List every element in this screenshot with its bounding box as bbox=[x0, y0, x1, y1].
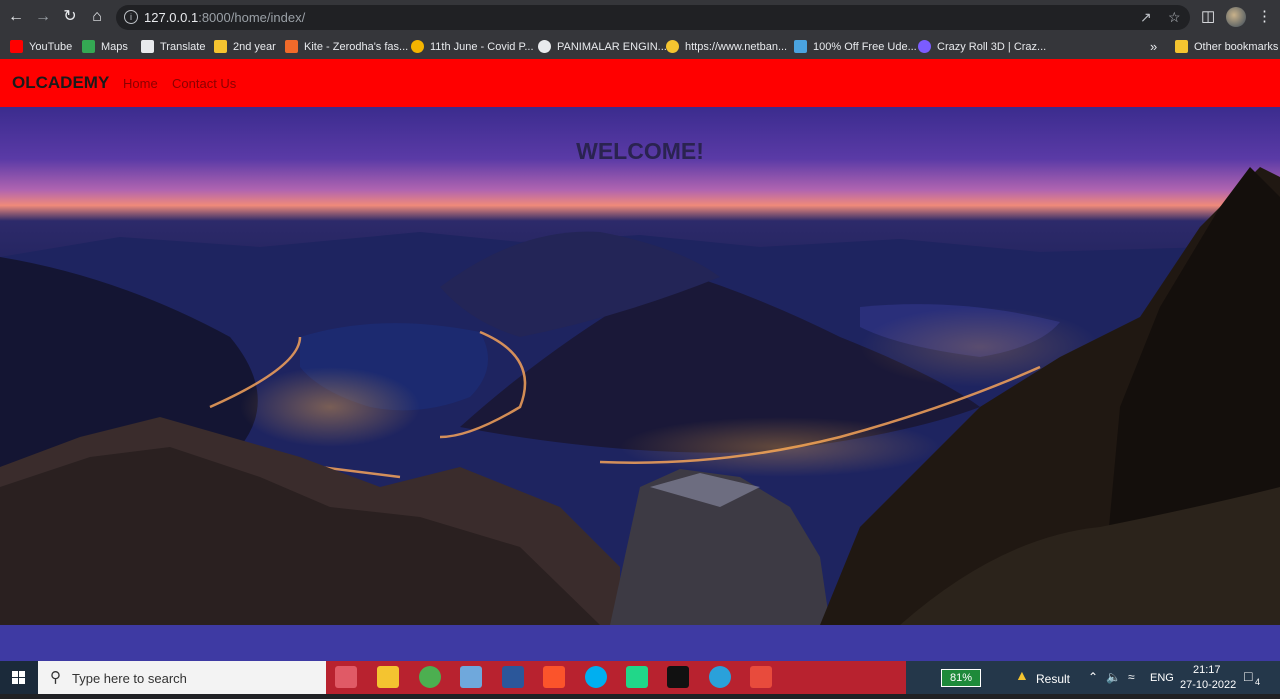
notification-icon[interactable]: □ bbox=[1244, 668, 1252, 684]
more-bookmarks-chevron[interactable]: » bbox=[1150, 38, 1157, 55]
page-section-below bbox=[0, 625, 1280, 661]
notepad-icon[interactable] bbox=[460, 666, 482, 688]
tray-chevron-icon[interactable]: ⌃ bbox=[1088, 670, 1098, 684]
snipping-tool-icon[interactable] bbox=[750, 666, 772, 688]
bookmark-kite[interactable]: Kite - Zerodha's fas... bbox=[285, 38, 408, 55]
task-view-icon[interactable] bbox=[335, 666, 357, 688]
youtube-icon bbox=[10, 40, 23, 53]
pycharm-icon[interactable] bbox=[626, 666, 648, 688]
graduation-cap-icon bbox=[794, 40, 807, 53]
brave-icon[interactable] bbox=[543, 666, 565, 688]
taskbar-apps-area bbox=[326, 661, 906, 694]
windows-taskbar: ⚲ Type here to search 81% ▲ Result ⌃ 🔈 ≈… bbox=[0, 661, 1280, 694]
bookmark-crazy-roll[interactable]: Crazy Roll 3D | Craz... bbox=[918, 38, 1046, 55]
terminal-icon[interactable] bbox=[667, 666, 689, 688]
url-text[interactable]: 127.0.0.1:8000/home/index/ bbox=[144, 10, 305, 25]
home-icon[interactable]: ⌂ bbox=[87, 7, 107, 27]
bookmark-star-icon[interactable]: ☆ bbox=[1168, 9, 1181, 26]
nav-link-home[interactable]: Home bbox=[123, 76, 158, 91]
menu-icon[interactable]: ⋮ bbox=[1257, 7, 1272, 25]
bookmark-udemy[interactable]: 100% Off Free Ude... bbox=[794, 38, 917, 55]
hero-image: WELCOME! bbox=[0, 107, 1280, 625]
bookmarks-bar: YouTube Maps Translate 2nd year Kite - Z… bbox=[0, 34, 1280, 60]
hero-title: WELCOME! bbox=[576, 138, 704, 164]
bookmark-translate[interactable]: Translate bbox=[141, 38, 205, 55]
clock-time[interactable]: 21:17 bbox=[1193, 664, 1221, 676]
bookmark-panimalar[interactable]: PANIMALAR ENGIN... bbox=[538, 38, 667, 55]
browser-toolbar: ← → ↻ ⌂ i 127.0.0.1:8000/home/index/ ↗ ☆… bbox=[0, 0, 1280, 34]
bookmark-netbanking[interactable]: https://www.netban... bbox=[666, 38, 787, 55]
bookmark-2nd-year[interactable]: 2nd year bbox=[214, 38, 276, 55]
word-icon[interactable] bbox=[502, 666, 524, 688]
translate-icon bbox=[141, 40, 154, 53]
kite-icon bbox=[285, 40, 298, 53]
taskbar-search[interactable]: ⚲ Type here to search bbox=[38, 661, 326, 694]
bookmark-youtube[interactable]: YouTube bbox=[10, 38, 72, 55]
search-placeholder: Type here to search bbox=[72, 671, 187, 686]
netbanking-icon bbox=[666, 40, 679, 53]
windows-start-button[interactable] bbox=[0, 661, 38, 694]
forward-icon[interactable]: → bbox=[33, 7, 53, 27]
notification-count: 4 bbox=[1255, 677, 1261, 687]
sidebar-icon[interactable]: ◫ bbox=[1201, 7, 1215, 25]
game-icon bbox=[918, 40, 931, 53]
search-icon: ⚲ bbox=[50, 669, 61, 686]
other-bookmarks[interactable]: Other bookmarks bbox=[1175, 38, 1278, 55]
wifi-icon[interactable]: ≈ bbox=[1128, 670, 1135, 684]
site-brand[interactable]: OLCADEMY bbox=[12, 73, 109, 93]
bookmark-covid[interactable]: 11th June - Covid P... bbox=[411, 38, 534, 55]
address-bar[interactable]: i 127.0.0.1:8000/home/index/ ↗ ☆ bbox=[116, 5, 1190, 30]
bookmark-maps[interactable]: Maps bbox=[82, 38, 128, 55]
language-indicator[interactable]: ENG bbox=[1150, 672, 1174, 684]
globe-icon bbox=[538, 40, 551, 53]
chrome-icon[interactable] bbox=[419, 666, 441, 688]
landscape-illustration bbox=[0, 167, 1280, 625]
back-icon[interactable]: ← bbox=[6, 7, 26, 27]
folder-icon bbox=[1175, 40, 1188, 53]
profile-avatar[interactable] bbox=[1226, 7, 1246, 27]
nav-link-contact[interactable]: Contact Us bbox=[172, 76, 236, 91]
maps-icon bbox=[82, 40, 95, 53]
telegram-icon[interactable] bbox=[709, 666, 731, 688]
site-info-icon[interactable]: i bbox=[124, 10, 138, 24]
volume-icon[interactable]: 🔈 bbox=[1106, 670, 1121, 684]
windows-logo-icon bbox=[12, 671, 25, 684]
reload-icon[interactable]: ↻ bbox=[60, 7, 80, 27]
share-icon[interactable]: ↗ bbox=[1140, 9, 1152, 26]
infinity-icon bbox=[411, 40, 424, 53]
result-label[interactable]: Result bbox=[1036, 672, 1070, 686]
site-navbar: OLCADEMY Home Contact Us bbox=[0, 59, 1280, 107]
trophy-icon: ▲ bbox=[1015, 667, 1029, 683]
page-viewport: OLCADEMY Home Contact Us WELCOME! bbox=[0, 59, 1280, 661]
folder-icon bbox=[214, 40, 227, 53]
clock-date[interactable]: 27-10-2022 bbox=[1180, 679, 1236, 691]
file-explorer-icon[interactable] bbox=[377, 666, 399, 688]
skype-icon[interactable] bbox=[585, 666, 607, 688]
battery-indicator[interactable]: 81% bbox=[941, 669, 981, 687]
